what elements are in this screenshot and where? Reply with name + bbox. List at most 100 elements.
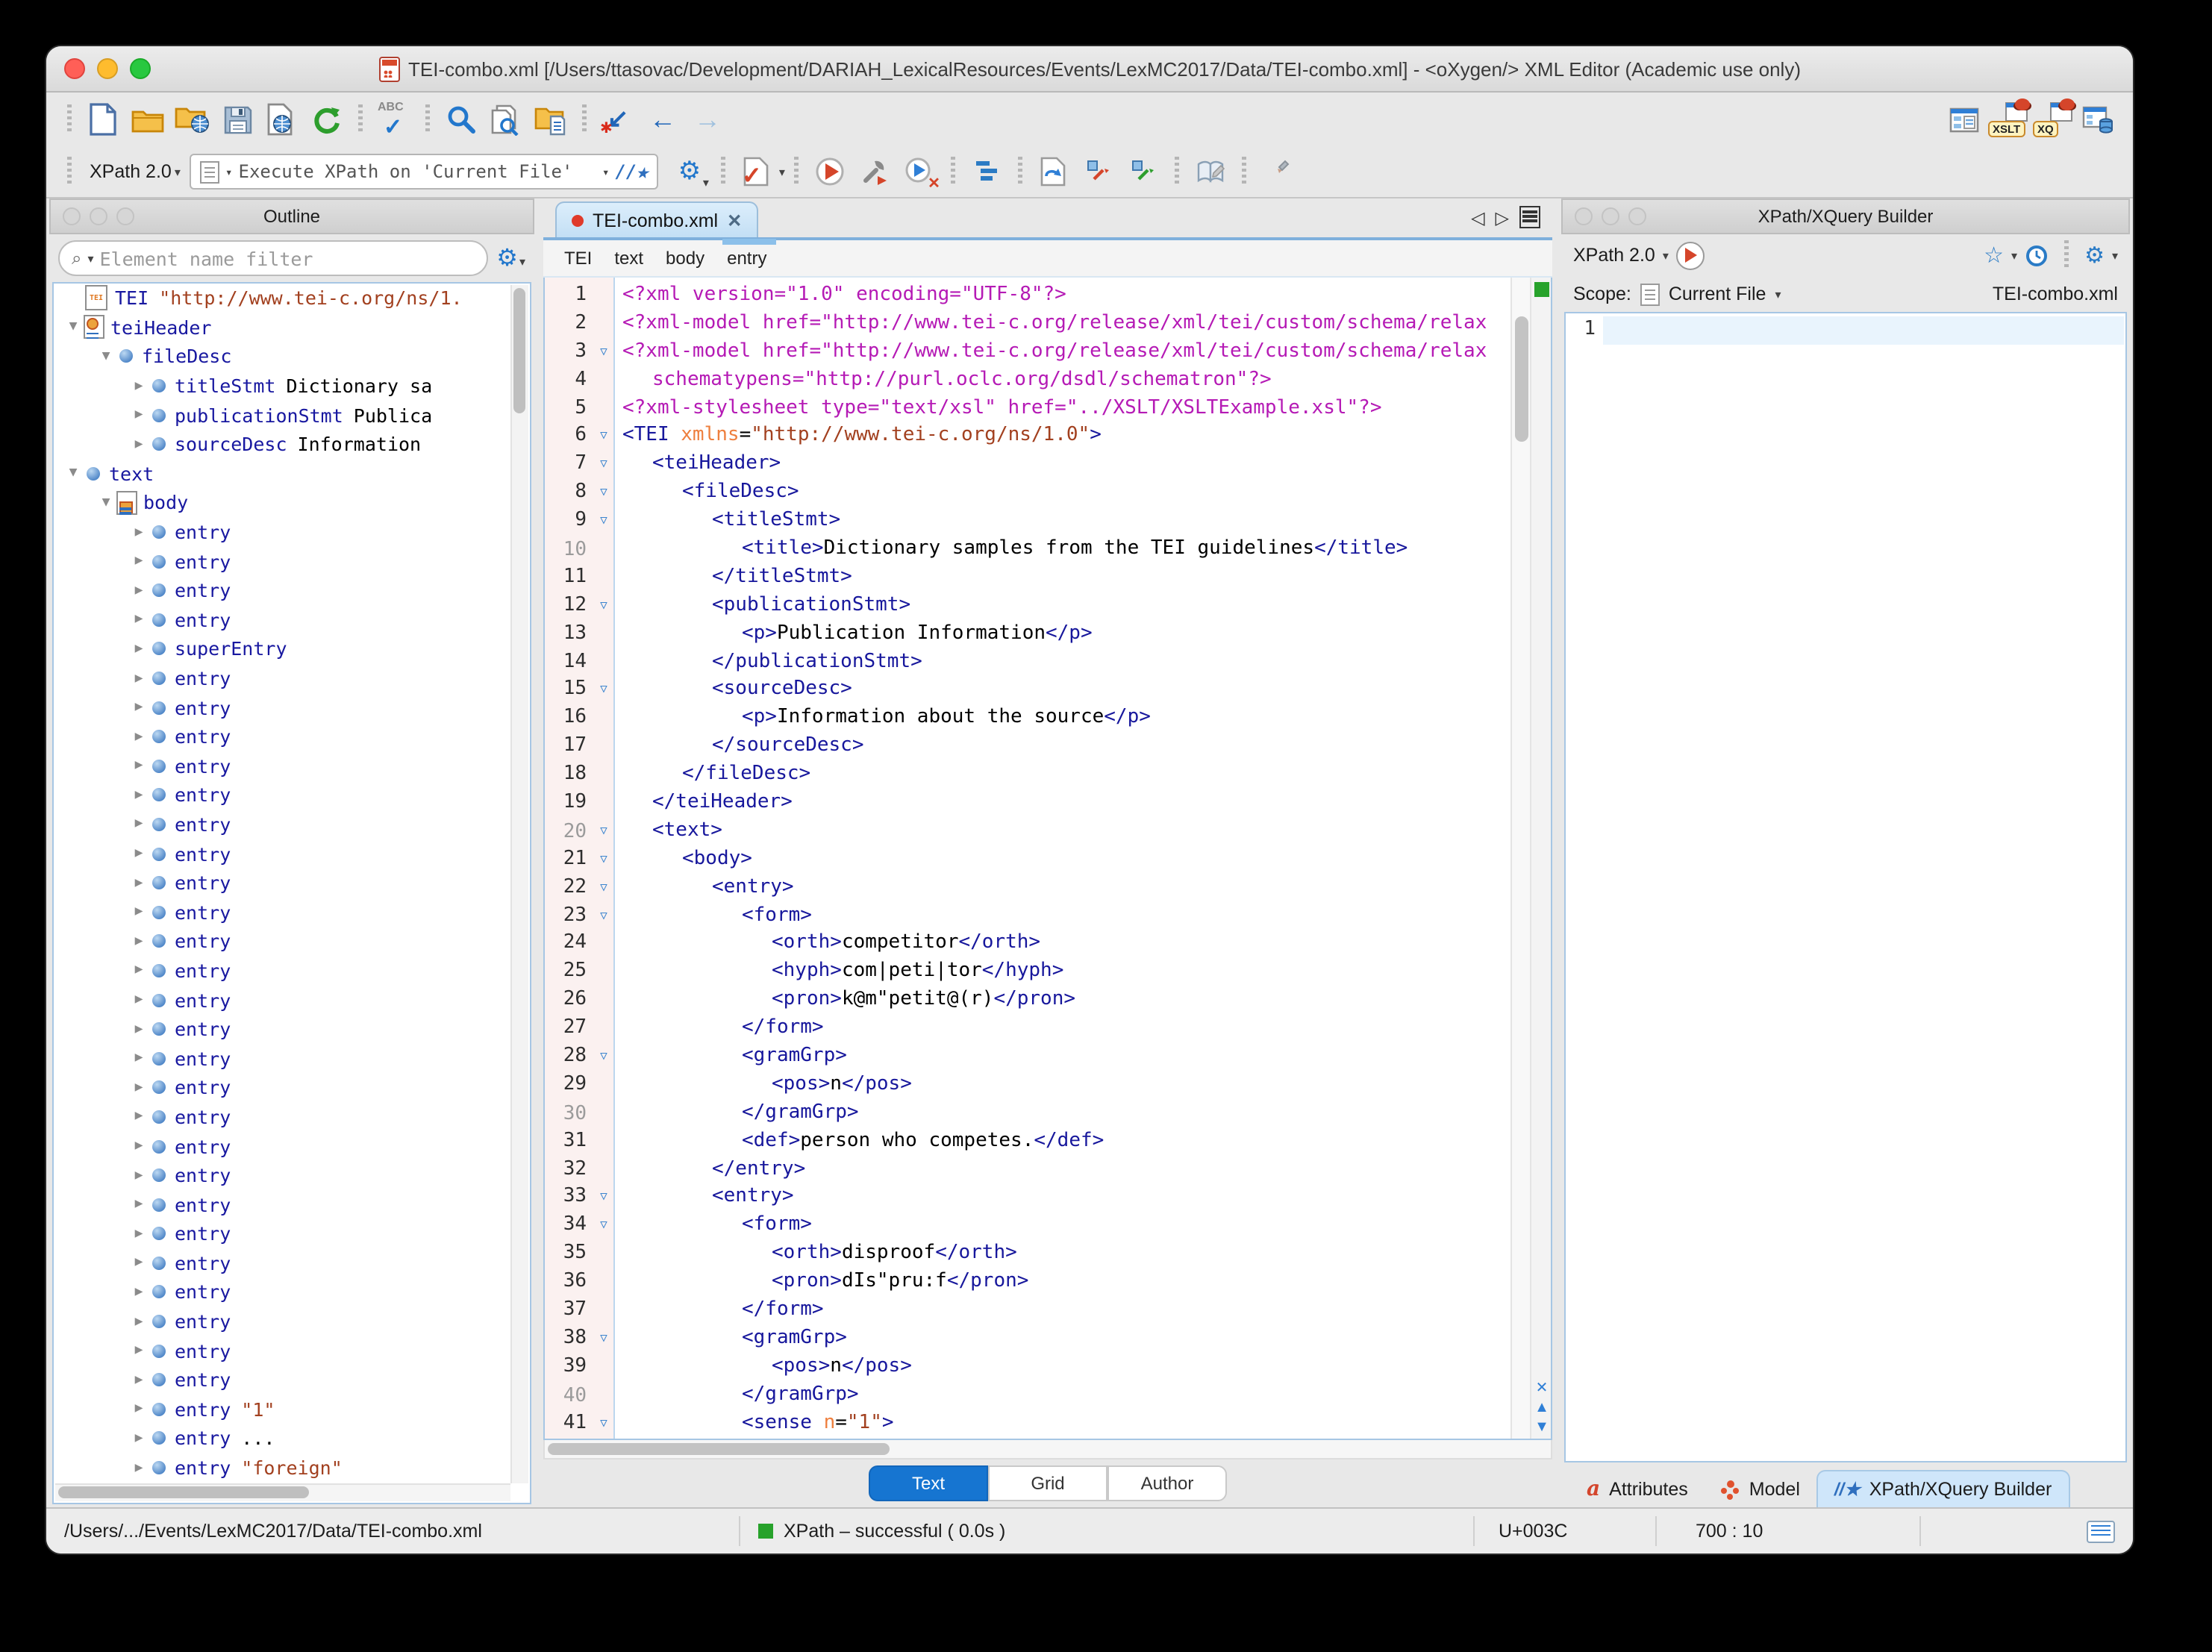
expand-arrow-icon[interactable]: ▶ xyxy=(128,1051,149,1066)
code-line[interactable]: 20▽<text> xyxy=(545,816,1509,845)
fold-toggle-icon[interactable]: ▽ xyxy=(591,1190,616,1204)
outline-row[interactable]: ▶entry xyxy=(54,1015,530,1044)
collapse-arrow-icon[interactable]: ▼ xyxy=(96,349,116,364)
database-perspective-button[interactable] xyxy=(2076,98,2121,140)
outline-row[interactable]: ▶entry xyxy=(54,1102,530,1131)
prev-editor-button[interactable]: ◁ xyxy=(1471,207,1484,228)
code-line[interactable]: 26<pron>k@m"petit@(r)</pron> xyxy=(545,986,1509,1014)
forward-button[interactable]: → xyxy=(685,98,730,140)
outline-row[interactable]: ▶entry"1" xyxy=(54,1395,530,1424)
editor-list-button[interactable] xyxy=(1519,206,1540,228)
outline-row[interactable]: ▶entry xyxy=(54,1190,530,1219)
expand-arrow-icon[interactable]: ▶ xyxy=(128,378,149,393)
collapse-arrow-icon[interactable]: ▼ xyxy=(63,320,84,335)
expand-arrow-icon[interactable]: ▶ xyxy=(128,817,149,832)
outline-row[interactable]: ▶entry xyxy=(54,898,530,927)
outline-row[interactable]: ▶entry... xyxy=(54,1424,530,1453)
find-in-files-button[interactable] xyxy=(484,98,528,140)
code-line[interactable]: 31<def>person who competes.</def> xyxy=(545,1126,1509,1154)
fold-toggle-icon[interactable]: ▽ xyxy=(591,1331,616,1345)
outline-row[interactable]: TEITEI"http://www.tei-c.org/ns/1. xyxy=(54,284,530,313)
expand-arrow-icon[interactable]: ▶ xyxy=(128,642,149,657)
editor-vertical-scrollbar[interactable] xyxy=(1510,278,1530,1439)
expand-arrow-icon[interactable]: ▶ xyxy=(128,788,149,803)
outline-row[interactable]: ▶entry xyxy=(54,1365,530,1395)
code-line[interactable]: 18</fileDesc> xyxy=(545,760,1509,788)
code-line[interactable]: 33▽<entry> xyxy=(545,1183,1509,1211)
collapse-arrow-icon[interactable]: ▼ xyxy=(96,495,116,510)
fold-toggle-icon[interactable]: ▽ xyxy=(591,683,616,696)
code-line[interactable]: 36<pron>dIs"pru:f</pron> xyxy=(545,1267,1509,1295)
apply-transformation-button[interactable] xyxy=(807,151,852,193)
outline-row[interactable]: ▶entry xyxy=(54,1161,530,1190)
code-line[interactable]: 41▽<sense n="1"> xyxy=(545,1408,1509,1436)
zoom-window-button[interactable] xyxy=(130,58,151,79)
back-button[interactable]: ← xyxy=(640,98,685,140)
outline-editor-splitter[interactable] xyxy=(534,198,543,1507)
save-button[interactable] xyxy=(215,98,260,140)
next-editor-button[interactable]: ▷ xyxy=(1496,207,1509,228)
code-line[interactable]: 13<p>Publication Information</p> xyxy=(545,619,1509,647)
fold-toggle-icon[interactable]: ▽ xyxy=(591,513,616,527)
expand-arrow-icon[interactable]: ▶ xyxy=(128,525,149,539)
jump-last-edit-button[interactable]: ↙✱ xyxy=(596,98,640,140)
expand-arrow-icon[interactable]: ▶ xyxy=(128,1314,149,1329)
edit-modules-button[interactable] xyxy=(1188,151,1233,193)
fold-toggle-icon[interactable]: ▽ xyxy=(591,429,616,442)
panel-tab-model[interactable]: Model xyxy=(1705,1471,1816,1507)
code-line[interactable]: 14</publicationStmt> xyxy=(545,647,1509,675)
outline-row[interactable]: ▶entry xyxy=(54,663,530,692)
expand-arrow-icon[interactable]: ▶ xyxy=(128,437,149,452)
outline-row[interactable]: ▶publicationStmtPublica xyxy=(54,401,530,430)
fold-toggle-icon[interactable]: ▽ xyxy=(591,1218,616,1232)
element-filter-input[interactable]: ⌕ ▾ Element name filter xyxy=(58,240,487,276)
xpath-settings-button[interactable]: ⚙▾ xyxy=(667,151,712,193)
code-line[interactable]: 27</form> xyxy=(545,1013,1509,1042)
expand-arrow-icon[interactable]: ▶ xyxy=(128,1256,149,1271)
expand-arrow-icon[interactable]: ▶ xyxy=(128,583,149,598)
editor-horizontal-scrollbar[interactable] xyxy=(543,1440,1552,1459)
expand-arrow-icon[interactable]: ▶ xyxy=(128,1197,149,1212)
expand-arrow-icon[interactable]: ▶ xyxy=(128,554,149,569)
breadcrumb-item-entry[interactable]: entry xyxy=(727,248,766,269)
code-line[interactable]: 3▽<?xml-model href="http://www.tei-c.org… xyxy=(545,337,1509,366)
code-line[interactable]: 29<pos>n</pos> xyxy=(545,1070,1509,1098)
code-line[interactable]: 19</teiHeader> xyxy=(545,788,1509,816)
xpath-expression-combo[interactable]: ▾ Execute XPath on 'Current File' ▾ //★ xyxy=(190,154,658,190)
new-document-button[interactable] xyxy=(81,98,125,140)
outline-row[interactable]: ▶entry xyxy=(54,1219,530,1248)
panel-tab-attributes[interactable]: aAttributes xyxy=(1570,1471,1705,1507)
expand-arrow-icon[interactable]: ▶ xyxy=(128,1227,149,1242)
expand-arrow-icon[interactable]: ▶ xyxy=(128,613,149,628)
expand-arrow-icon[interactable]: ▶ xyxy=(128,875,149,890)
breadcrumb-item-body[interactable]: body xyxy=(666,248,704,269)
expand-arrow-icon[interactable]: ▶ xyxy=(128,1373,149,1388)
xpath-panel-version-dropdown[interactable]: XPath 2.0 xyxy=(1573,245,1655,266)
code-line[interactable]: 24<orth>competitor</orth> xyxy=(545,929,1509,957)
configure-transformation-button[interactable] xyxy=(852,151,897,193)
tab-tei-combo[interactable]: TEI-combo.xml ✕ xyxy=(555,201,758,237)
outline-row[interactable]: ▶entry xyxy=(54,869,530,898)
outline-row[interactable]: ▶sourceDescInformation xyxy=(54,430,530,459)
prev-marker-button[interactable]: ▲ xyxy=(1534,1401,1549,1416)
xquery-debugger-button[interactable]: XQ xyxy=(2031,98,2076,140)
outline-row[interactable]: ▶superEntry xyxy=(54,634,530,663)
outline-row[interactable]: ▶entry xyxy=(54,693,530,722)
code-line[interactable]: 23▽<form> xyxy=(545,901,1509,929)
close-tab-icon[interactable]: ✕ xyxy=(727,210,742,231)
code-line[interactable]: 6▽<TEI xmlns="http://www.tei-c.org/ns/1.… xyxy=(545,422,1509,450)
fold-toggle-icon[interactable]: ▽ xyxy=(591,1049,616,1063)
outline-row[interactable]: ▶entry xyxy=(54,722,530,751)
expand-arrow-icon[interactable]: ▶ xyxy=(128,1402,149,1417)
code-line[interactable]: 7▽<teiHeader> xyxy=(545,450,1509,478)
outline-row[interactable]: ▶entry xyxy=(54,956,530,985)
code-line[interactable]: 38▽<gramGrp> xyxy=(545,1324,1509,1352)
code-line[interactable]: 30</gramGrp> xyxy=(545,1098,1509,1127)
outline-row[interactable]: ▶entry xyxy=(54,1277,530,1307)
outline-row[interactable]: ▼body xyxy=(54,488,530,517)
xml-refactoring-button[interactable] xyxy=(1031,151,1076,193)
outline-row[interactable]: ▶entry xyxy=(54,839,530,869)
outline-row[interactable]: ▶entry xyxy=(54,1044,530,1073)
code-editor[interactable]: 1<?xml version="1.0" encoding="UTF-8"?>2… xyxy=(543,278,1552,1440)
outline-row[interactable]: ▶entry xyxy=(54,1336,530,1365)
